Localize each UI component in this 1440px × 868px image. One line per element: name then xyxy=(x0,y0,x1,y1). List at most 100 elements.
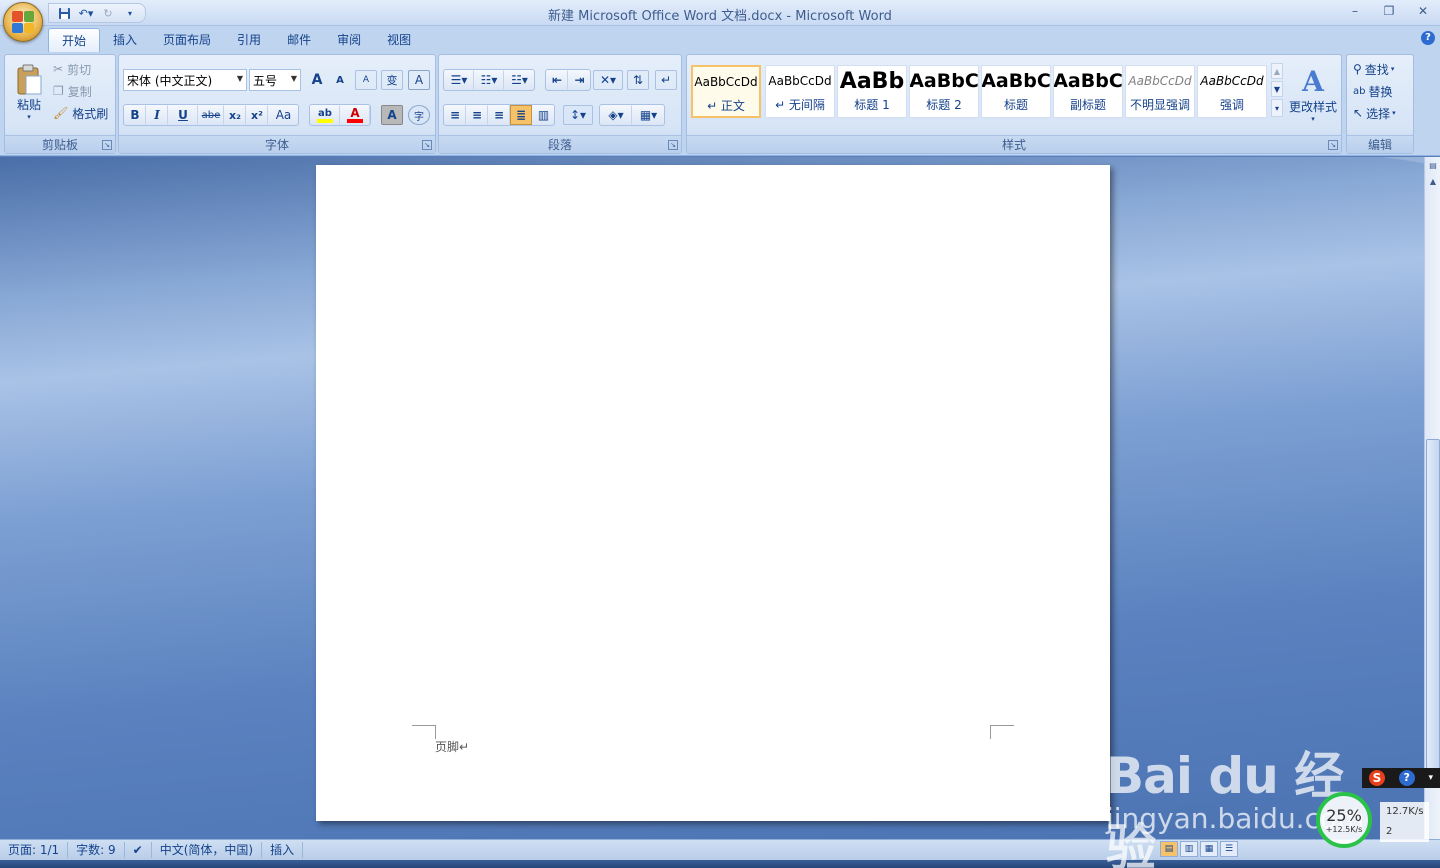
show-marks-icon[interactable]: ↵ xyxy=(655,70,677,90)
ime-help-icon[interactable]: ? xyxy=(1398,770,1415,786)
enclose-char-button[interactable]: 字 xyxy=(408,105,430,125)
proofing-icon[interactable]: ✔ xyxy=(125,842,152,858)
footer-label[interactable]: 页脚↵ xyxy=(435,738,469,755)
close-button[interactable]: ✕ xyxy=(1406,0,1440,22)
language-status[interactable]: 中文(简体，中国) xyxy=(152,842,263,858)
window-title: 新建 Microsoft Office Word 文档.docx - Micro… xyxy=(548,9,892,24)
style-normal[interactable]: AaBbCcDd ↵ 正文 xyxy=(691,65,761,118)
borders-icon[interactable]: ▦▾ xyxy=(632,105,664,125)
office-logo-icon xyxy=(12,11,34,33)
paragraph-launcher-icon[interactable]: ↘ xyxy=(668,140,678,150)
highlight-button[interactable]: ab xyxy=(310,105,340,125)
help-icon[interactable]: ? xyxy=(1421,31,1435,45)
styles-launcher-icon[interactable]: ↘ xyxy=(1328,140,1338,150)
font-name-combo[interactable]: 宋体 (中文正文) ▼ xyxy=(123,69,247,91)
font-launcher-icon[interactable]: ↘ xyxy=(422,140,432,150)
net-usage-circle[interactable]: 25% +12.5K/s xyxy=(1316,792,1372,848)
distributed-icon[interactable]: ▥ xyxy=(532,105,554,125)
cut-button[interactable]: ✂ 剪切 xyxy=(53,60,91,78)
bullets-icon[interactable]: ☰▾ xyxy=(444,70,474,90)
sogou-logo[interactable]: S xyxy=(1368,770,1385,786)
ribbon-tab-bar: 开始 插入 页面布局 引用 邮件 审阅 视图 ? xyxy=(0,26,1440,52)
copy-button[interactable]: ❐ 复制 xyxy=(53,82,92,100)
styles-group-label: 样式 xyxy=(687,135,1341,153)
find-button[interactable]: ⚲ 查找 ▾ xyxy=(1353,60,1394,78)
shading-icon[interactable]: ◈▾ xyxy=(600,105,632,125)
tab-references[interactable]: 引用 xyxy=(224,28,274,52)
numbering-icon[interactable]: ☷▾ xyxy=(474,70,504,90)
multilevel-list-icon[interactable]: ☳▾ xyxy=(504,70,534,90)
gallery-scroll-down-icon[interactable]: ▼ xyxy=(1271,81,1283,97)
styles-group: AaBbCcDd ↵ 正文 AaBbCcDd ↵ 无间隔 AaBb 标题 1 A… xyxy=(686,54,1342,154)
scissors-icon: ✂ xyxy=(53,62,64,76)
gallery-scroll-up-icon[interactable]: ▲ xyxy=(1271,63,1283,79)
page-count[interactable]: 页面: 1/1 xyxy=(0,842,69,858)
align-left-icon[interactable]: ≡ xyxy=(444,105,466,125)
sort-icon[interactable]: ⇅ xyxy=(627,70,649,90)
style-no-spacing[interactable]: AaBbCcDd ↵ 无间隔 xyxy=(765,65,835,118)
subscript-button[interactable]: x₂ xyxy=(224,105,246,125)
grow-font-button[interactable]: A xyxy=(306,70,328,90)
tab-home[interactable]: 开始 xyxy=(48,28,101,52)
align-center-icon[interactable]: ≡ xyxy=(466,105,488,125)
ime-toolbar: S ? ▾ xyxy=(1362,768,1440,788)
document-page[interactable]: 页脚↵ xyxy=(316,165,1110,821)
style-emphasis[interactable]: AaBbCcDd 强调 xyxy=(1197,65,1267,118)
phonetic-guide-button[interactable]: 变 xyxy=(381,70,403,90)
font-color-button[interactable]: A xyxy=(340,105,370,125)
align-right-icon[interactable]: ≡ xyxy=(488,105,510,125)
change-styles-button[interactable]: A 更改样式 ▾ xyxy=(1287,59,1339,129)
format-painter-label: 格式刷 xyxy=(72,106,109,121)
replace-icon: ab xyxy=(1353,85,1366,97)
line-spacing-icon[interactable]: ↕▾ xyxy=(563,105,593,125)
ime-menu-icon[interactable]: ▾ xyxy=(1429,773,1434,783)
shrink-font-button[interactable]: A xyxy=(329,70,351,90)
style-heading-1[interactable]: AaBb 标题 1 xyxy=(837,65,907,118)
tab-review[interactable]: 审阅 xyxy=(324,28,374,52)
brush-icon: 🖌 xyxy=(53,106,69,120)
superscript-button[interactable]: x² xyxy=(246,105,268,125)
replace-label: 替换 xyxy=(1368,84,1393,99)
style-subtitle[interactable]: AaBbC 副标题 xyxy=(1053,65,1123,118)
char-shading-button[interactable]: A xyxy=(381,105,403,125)
char-border-button[interactable]: A xyxy=(408,70,430,90)
tab-page-layout[interactable]: 页面布局 xyxy=(150,28,224,52)
shading-border-buttons: ◈▾ ▦▾ xyxy=(599,104,665,126)
minimize-button[interactable]: – xyxy=(1338,0,1372,22)
italic-button[interactable]: I xyxy=(146,105,168,125)
clipboard-icon xyxy=(17,64,42,94)
bold-button[interactable]: B xyxy=(124,105,146,125)
word-count[interactable]: 字数: 9 xyxy=(68,842,125,858)
select-button[interactable]: ↖ 选择 ▾ xyxy=(1353,104,1396,122)
scroll-thumb[interactable] xyxy=(1426,439,1440,769)
gallery-more-icon[interactable]: ▾ xyxy=(1271,99,1283,117)
paste-button[interactable]: 粘贴 ▾ xyxy=(11,59,47,125)
font-group: 宋体 (中文正文) ▼ 五号 ▼ A A A 变 A B I U abe x₂ x²… xyxy=(118,54,436,154)
justify-icon[interactable]: ≣ xyxy=(510,105,532,125)
change-case-button[interactable]: Aa xyxy=(268,105,298,125)
style-heading-2[interactable]: AaBbC 标题 2 xyxy=(909,65,979,118)
font-size-combo[interactable]: 五号 ▼ xyxy=(249,69,301,91)
style-title[interactable]: AaBbC 标题 xyxy=(981,65,1051,118)
text-direction-icon[interactable]: ✕▾ xyxy=(593,70,623,90)
clipboard-launcher-icon[interactable]: ↘ xyxy=(102,140,112,150)
increase-indent-icon[interactable]: ⇥ xyxy=(568,70,590,90)
office-button[interactable] xyxy=(3,2,43,42)
insert-mode[interactable]: 插入 xyxy=(262,842,304,858)
net-speeds: 12.7K/s 2 xyxy=(1380,802,1430,842)
replace-button[interactable]: ab 替换 xyxy=(1353,82,1393,100)
ruler-toggle-icon[interactable]: ▤ xyxy=(1426,159,1440,173)
binoculars-icon: ⚲ xyxy=(1353,62,1362,76)
decrease-indent-icon[interactable]: ⇤ xyxy=(546,70,568,90)
strikethrough-button[interactable]: abe xyxy=(198,105,224,125)
tab-view[interactable]: 视图 xyxy=(374,28,424,52)
style-subtle-emphasis[interactable]: AaBbCcDd 不明显强调 xyxy=(1125,65,1195,118)
restore-button[interactable]: ❐ xyxy=(1372,0,1406,22)
underline-button[interactable]: U xyxy=(168,105,198,125)
vertical-scrollbar[interactable]: ▤ ▲ xyxy=(1424,157,1440,839)
clear-format-button[interactable]: A xyxy=(355,70,377,90)
tab-mailings[interactable]: 邮件 xyxy=(274,28,324,52)
format-painter-button[interactable]: 🖌 格式刷 xyxy=(53,104,108,122)
tab-insert[interactable]: 插入 xyxy=(100,28,150,52)
scroll-up-icon[interactable]: ▲ xyxy=(1426,175,1440,189)
